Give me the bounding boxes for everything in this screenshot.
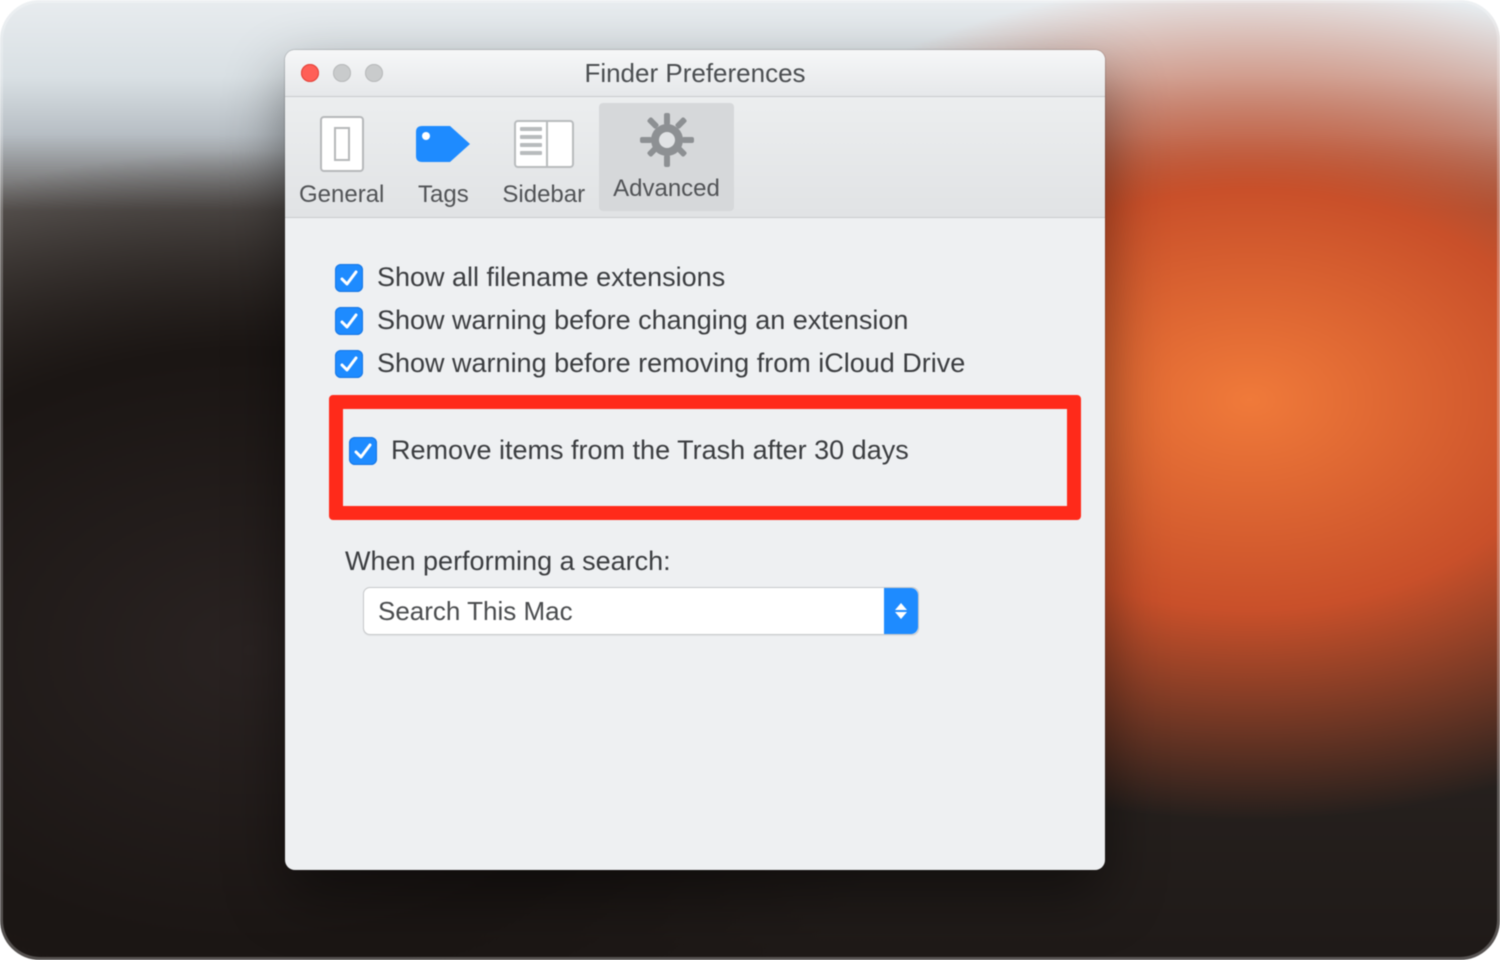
option-warn-change-extension[interactable]: Show warning before changing an extensio…: [335, 305, 1075, 336]
option-show-extensions[interactable]: Show all filename extensions: [335, 262, 1075, 293]
checkbox-checked-icon[interactable]: [335, 264, 363, 292]
general-icon: [311, 113, 373, 175]
advanced-pane: Show all filename extensions Show warnin…: [285, 218, 1105, 655]
highlight-annotation: Remove items from the Trash after 30 day…: [329, 395, 1081, 520]
desktop-wallpaper: Finder Preferences General Tags Sidebar: [0, 0, 1500, 960]
window-title: Finder Preferences: [285, 58, 1105, 89]
finder-preferences-window: Finder Preferences General Tags Sidebar: [285, 50, 1105, 870]
tab-label: General: [299, 181, 384, 209]
option-label: Show warning before removing from iCloud…: [377, 348, 965, 379]
checkbox-checked-icon[interactable]: [335, 307, 363, 335]
option-label: Show all filename extensions: [377, 262, 725, 293]
search-scope-select[interactable]: Search This Mac: [363, 587, 919, 635]
preferences-toolbar: General Tags Sidebar Advanced: [285, 97, 1105, 218]
traffic-lights: [301, 64, 383, 82]
tab-tags[interactable]: Tags: [398, 97, 488, 217]
search-section-label: When performing a search:: [345, 546, 1075, 577]
checkbox-checked-icon[interactable]: [349, 437, 377, 465]
select-value: Search This Mac: [378, 596, 573, 627]
tab-label: Advanced: [613, 175, 720, 203]
titlebar[interactable]: Finder Preferences: [285, 50, 1105, 97]
option-label: Show warning before changing an extensio…: [377, 305, 908, 336]
zoom-window-button[interactable]: [365, 64, 383, 82]
checkbox-checked-icon[interactable]: [335, 350, 363, 378]
tab-sidebar[interactable]: Sidebar: [488, 97, 599, 217]
tab-label: Tags: [418, 181, 469, 209]
sidebar-icon: [513, 113, 575, 175]
tab-general[interactable]: General: [285, 97, 398, 217]
minimize-window-button[interactable]: [333, 64, 351, 82]
tab-advanced[interactable]: Advanced: [599, 103, 734, 211]
option-label: Remove items from the Trash after 30 day…: [391, 435, 909, 466]
option-warn-icloud-remove[interactable]: Show warning before removing from iCloud…: [335, 348, 1075, 379]
option-remove-trash-30-days[interactable]: Remove items from the Trash after 30 day…: [349, 435, 1061, 466]
tab-label: Sidebar: [502, 181, 585, 209]
gear-icon: [636, 111, 698, 169]
close-window-button[interactable]: [301, 64, 319, 82]
select-stepper-icon: [884, 588, 918, 634]
tag-icon: [412, 113, 474, 175]
